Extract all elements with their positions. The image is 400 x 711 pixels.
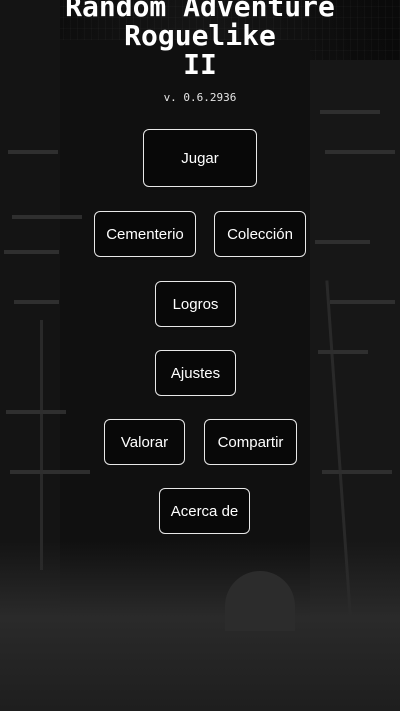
game-title-line-3: II xyxy=(183,48,217,81)
settings-button[interactable]: Ajustes xyxy=(155,350,236,396)
background-streak xyxy=(4,250,59,254)
share-button[interactable]: Compartir xyxy=(204,419,297,465)
background-streak xyxy=(320,110,380,114)
background-streak xyxy=(318,350,368,354)
background-streak xyxy=(8,150,58,154)
game-title-line-2: Roguelike xyxy=(124,19,276,52)
game-title: Random Adventure Roguelike II xyxy=(0,0,400,79)
background-streak xyxy=(12,215,82,219)
achievements-button[interactable]: Logros xyxy=(155,281,236,327)
main-menu-screen: Random Adventure Roguelike II v. 0.6.293… xyxy=(0,0,400,711)
background-streak xyxy=(10,470,90,474)
about-button[interactable]: Acerca de xyxy=(159,488,250,534)
background-streak xyxy=(322,470,392,474)
rate-button[interactable]: Valorar xyxy=(104,419,185,465)
background-streak xyxy=(330,300,395,304)
cemetery-button[interactable]: Cementerio xyxy=(94,211,196,257)
collection-button[interactable]: Colección xyxy=(214,211,306,257)
version-label: v. 0.6.2936 xyxy=(163,91,237,104)
game-title-line-1: Random Adventure xyxy=(65,0,335,23)
background-crack xyxy=(40,320,43,570)
background-streak xyxy=(6,410,66,414)
background-streak xyxy=(325,150,395,154)
background-streak xyxy=(315,240,370,244)
play-button[interactable]: Jugar xyxy=(143,129,257,187)
background-city-silhouette xyxy=(0,541,400,711)
background-streak xyxy=(14,300,59,304)
